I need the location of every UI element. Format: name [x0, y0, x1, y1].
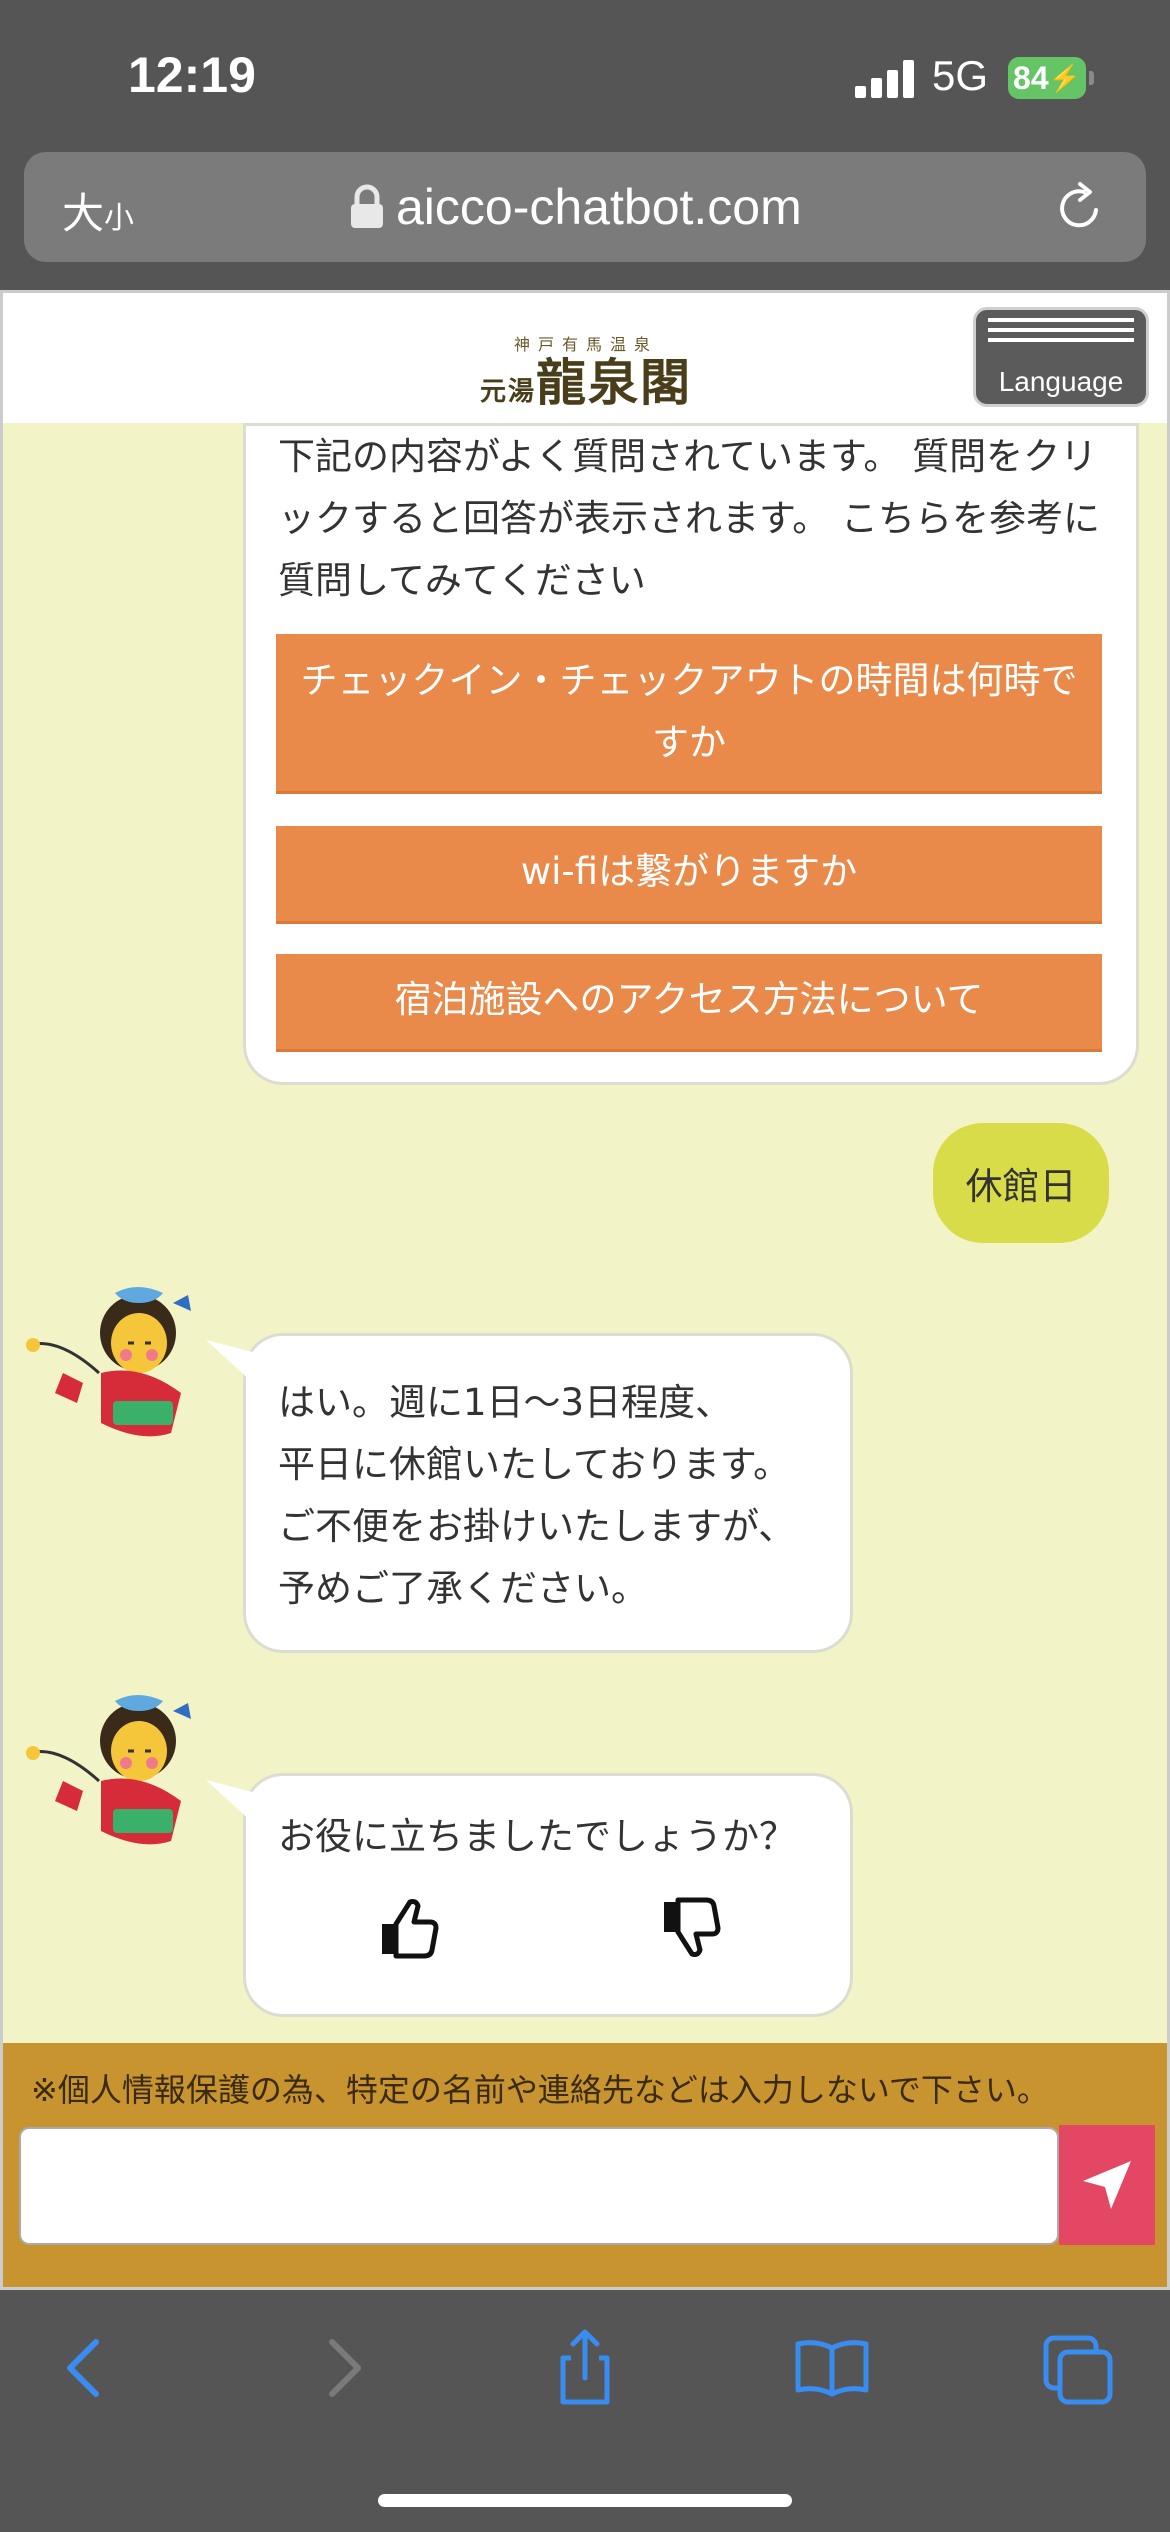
- menu-lines-icon: [988, 318, 1134, 348]
- address-bar[interactable]: 大小 aicco-chatbot.com: [24, 152, 1146, 262]
- bot-avatar: [26, 1695, 191, 1845]
- status-bar: 12:19 5G 84 ⚡: [0, 0, 1170, 150]
- language-label: Language: [998, 366, 1124, 397]
- chat-page: 神戸有馬温泉 元湯龍泉閣 Language 下記の内容がよく質問されています。 …: [0, 290, 1170, 2290]
- thumbs-down-icon[interactable]: [656, 1894, 724, 1962]
- bot-answer-line: 予めご了承ください。: [278, 1567, 648, 1610]
- feedback-bubble: お役に立ちましたでしょうか？: [243, 1773, 853, 2017]
- logo-title: 元湯龍泉閣: [471, 355, 701, 420]
- user-message-text: 休館日: [965, 1165, 1077, 1208]
- faq-intro-text: 下記の内容がよく質問されています。 質問をクリックすると回答が表示されます。 こ…: [278, 435, 1101, 602]
- bot-answer-line: ご不便をお掛けいたしますが、: [278, 1505, 796, 1548]
- network-type: 5G: [932, 52, 989, 99]
- language-button[interactable]: Language: [973, 307, 1149, 407]
- forward-arrow-icon[interactable]: [300, 2328, 380, 2408]
- logo-name: 龍泉閣: [536, 353, 692, 412]
- logo-prefix: 元湯: [479, 377, 536, 407]
- battery-level: 84: [1013, 59, 1049, 96]
- faq-button-access[interactable]: 宿泊施設へのアクセス方法について: [276, 954, 1102, 1052]
- chat-footer: ※個人情報保護の為、特定の名前や連絡先などは入力しないで下さい。: [3, 2043, 1167, 2287]
- site-header: 神戸有馬温泉 元湯龍泉閣 Language: [3, 293, 1167, 423]
- bot-answer-line: 平日に休館いたしております。: [278, 1443, 791, 1486]
- text-size-large: 大: [62, 189, 105, 238]
- tabs-icon[interactable]: [1040, 2328, 1120, 2408]
- privacy-notice: ※個人情報保護の為、特定の名前や連絡先などは入力しないで下さい。: [31, 2071, 1049, 2109]
- url-text[interactable]: aicco-chatbot.com: [396, 178, 802, 236]
- faq-button-wifi[interactable]: wi-fiは繋がりますか: [276, 826, 1102, 924]
- site-logo[interactable]: 神戸有馬温泉 元湯龍泉閣: [471, 331, 701, 411]
- text-size-button[interactable]: 大小: [62, 180, 134, 241]
- feedback-question: お役に立ちましたでしょうか？: [278, 1815, 796, 1858]
- faq-button-checkin[interactable]: チェックイン・チェックアウトの時間は何時ですか: [276, 634, 1102, 794]
- paper-plane-icon: [1083, 2161, 1131, 2209]
- thumbs-up-icon[interactable]: [374, 1894, 442, 1962]
- bot-answer-bubble: はい。週に1日〜3日程度、 平日に休館いたしております。 ご不便をお掛けいたしま…: [243, 1333, 853, 1653]
- status-time: 12:19: [128, 47, 256, 103]
- send-button[interactable]: [1059, 2125, 1155, 2245]
- reload-icon[interactable]: [1052, 180, 1108, 236]
- faq-bubble: 下記の内容がよく質問されています。 質問をクリックすると回答が表示されます。 こ…: [243, 423, 1139, 1085]
- logo-subtitle: 神戸有馬温泉: [513, 335, 658, 354]
- battery-icon: 84 ⚡: [1008, 57, 1086, 99]
- share-icon[interactable]: [545, 2328, 625, 2408]
- user-message-bubble: 休館日: [933, 1123, 1109, 1243]
- battery-tip: [1089, 71, 1094, 85]
- cellular-signal-icon: [855, 60, 915, 98]
- bot-avatar: [26, 1287, 191, 1437]
- lock-icon: [351, 184, 383, 228]
- bot-answer-text: はい。週に1日〜3日程度、 平日に休館いたしております。 ご不便をお掛けいたしま…: [278, 1372, 795, 1620]
- message-input[interactable]: [19, 2127, 1059, 2245]
- book-icon[interactable]: [792, 2328, 872, 2408]
- home-indicator: [378, 2494, 792, 2507]
- back-arrow-icon[interactable]: [48, 2328, 128, 2408]
- bot-answer-line: はい。週に1日〜3日程度、: [278, 1381, 733, 1424]
- text-size-small: 小: [104, 201, 135, 236]
